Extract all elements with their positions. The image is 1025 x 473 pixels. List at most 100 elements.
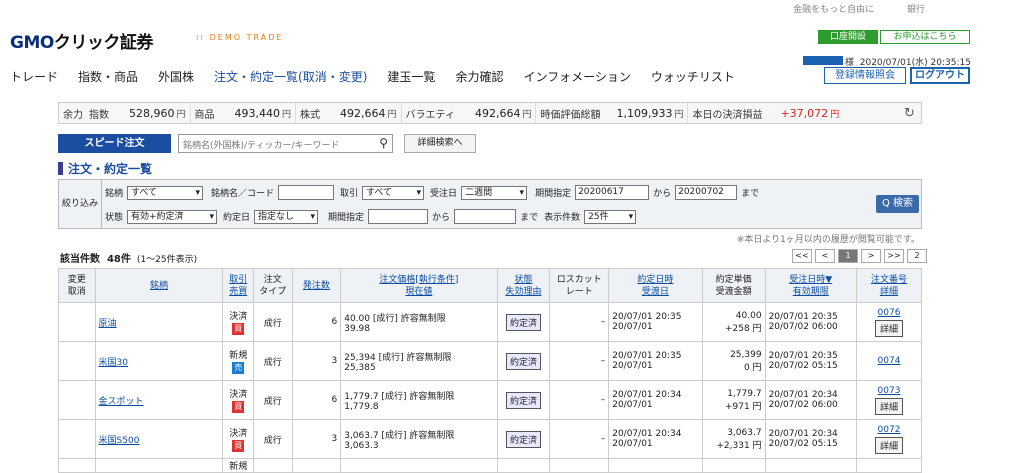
symbol-link[interactable]: 金スポット bbox=[99, 397, 144, 407]
summary-label: 時価評価総額 bbox=[540, 109, 601, 121]
side-badge: 買 bbox=[232, 401, 245, 413]
status-button[interactable]: 約定済 bbox=[505, 352, 541, 370]
pager-page-1[interactable]: 1 bbox=[838, 249, 858, 263]
pager-next[interactable]: > bbox=[861, 249, 881, 263]
pager-page-2[interactable]: 2 bbox=[907, 249, 927, 263]
column-header-label[interactable]: 有効期限 bbox=[793, 287, 829, 297]
display-count-select[interactable]: 25件 bbox=[584, 209, 637, 224]
exec-from-input[interactable] bbox=[368, 209, 429, 224]
column-header[interactable]: 注文価格[執行条件] 現在値 bbox=[340, 268, 498, 303]
logout-button[interactable]: ログアウト bbox=[910, 67, 970, 84]
detail-button[interactable]: 詳細 bbox=[874, 319, 903, 337]
symbol-code-input[interactable] bbox=[278, 185, 335, 200]
nav-orders[interactable]: 注文・約定一覧(取消・変更) bbox=[214, 68, 367, 85]
losscut-rate: – bbox=[549, 341, 610, 381]
status-cell: 約定済 bbox=[496, 419, 551, 459]
column-header[interactable]: 注文番号 詳細 bbox=[855, 268, 923, 303]
column-header-label[interactable]: 受渡日 bbox=[642, 287, 669, 297]
exec-date-select[interactable]: 指定なし bbox=[254, 209, 319, 224]
nav-trade[interactable]: トレード bbox=[10, 68, 58, 85]
advanced-search-button[interactable]: 詳細検索へ bbox=[404, 134, 476, 153]
summary-value: 1,109,933 bbox=[616, 106, 673, 120]
column-header-label[interactable]: 受注日時▼ bbox=[789, 275, 832, 285]
symbol-link[interactable]: 原油 bbox=[99, 319, 117, 329]
status-button[interactable]: 約定済 bbox=[505, 430, 541, 448]
apply-button[interactable]: お申込はこちら bbox=[880, 30, 970, 44]
column-header-label[interactable]: 約定日時 bbox=[637, 275, 673, 285]
period-from-input[interactable]: 20200617 bbox=[575, 185, 650, 200]
order-datetime-cell: 20/07/01 20:35 20/07/02 06:00 bbox=[764, 302, 857, 342]
table-row: 米国S500 決済買成行 3 3,063.7 [成行] 許容無制限 3,063.3 約定済… bbox=[58, 419, 923, 459]
column-header-label[interactable]: 注文番号 bbox=[871, 275, 907, 285]
top-link-2[interactable]: 銀行 bbox=[907, 5, 925, 15]
symbol-link[interactable]: 米国S500 bbox=[99, 436, 140, 446]
column-header-label[interactable]: 現在値 bbox=[405, 287, 432, 297]
open-account-button[interactable]: 口座開設 bbox=[818, 30, 878, 44]
column-header-label[interactable]: 注文価格[執行条件] bbox=[379, 275, 458, 285]
column-header-label[interactable]: 状態 bbox=[514, 275, 532, 285]
order-price: 3,063.7 [成行] 許容無制限 bbox=[344, 430, 455, 441]
status-select[interactable]: 有効+約定済 bbox=[127, 209, 218, 224]
nav-positions[interactable]: 建玉一覧 bbox=[387, 68, 435, 85]
pager-last[interactable]: >> bbox=[884, 249, 904, 263]
trade-select[interactable]: すべて bbox=[362, 185, 425, 200]
status-button[interactable]: 約定済 bbox=[505, 313, 541, 331]
column-header-label[interactable]: 売買 bbox=[229, 287, 247, 297]
nav-index[interactable]: 指数・商品 bbox=[78, 68, 138, 85]
account-info-button[interactable]: 登録情報照会 bbox=[824, 67, 906, 84]
filter-label: から bbox=[653, 189, 672, 199]
column-header[interactable]: 約定日時 受渡日 bbox=[608, 268, 703, 303]
column-header-label[interactable]: 失効理由 bbox=[505, 287, 541, 297]
exec-datetime: 20/07/01 20:34 bbox=[612, 429, 682, 439]
summary-cell: 株式 492,664 円 bbox=[296, 103, 402, 123]
detail-button[interactable]: 詳細 bbox=[874, 436, 903, 454]
nav-margin[interactable]: 余力確認 bbox=[455, 68, 503, 85]
status-button[interactable]: 約定済 bbox=[505, 391, 541, 409]
order-number-link[interactable]: 0073 bbox=[878, 386, 901, 396]
speed-order-button[interactable]: スピード注文 bbox=[58, 134, 171, 153]
column-header[interactable]: 取引 売買 bbox=[222, 268, 254, 303]
period-to-input[interactable]: 20200702 bbox=[675, 185, 738, 200]
column-header-label[interactable]: 詳細 bbox=[880, 287, 898, 297]
column-header[interactable]: 受注日時▼ 有効期限 bbox=[764, 268, 857, 303]
table-cell bbox=[340, 458, 498, 473]
summary-value: 492,664 bbox=[474, 106, 521, 120]
filter-label: 銘柄名／コード bbox=[211, 189, 275, 199]
order-number-link[interactable]: 0072 bbox=[878, 425, 901, 435]
expire-datetime: 20/07/02 06:00 bbox=[768, 400, 838, 410]
trade-type: 決済 bbox=[229, 390, 248, 400]
detail-button[interactable]: 詳細 bbox=[874, 397, 903, 415]
exec-to-input[interactable] bbox=[454, 209, 517, 224]
search-icon[interactable]: ⚲ bbox=[379, 136, 388, 150]
pager-first[interactable]: << bbox=[792, 249, 812, 263]
refresh-icon[interactable]: ↻ bbox=[904, 106, 915, 121]
symbol-search-input[interactable]: 銘柄名(外国株)/ティッカー/キーワード ⚲ bbox=[178, 134, 393, 153]
count-value: 48件 bbox=[106, 254, 131, 265]
column-header-label[interactable]: 取引 bbox=[229, 275, 247, 285]
pager-prev[interactable]: < bbox=[815, 249, 835, 263]
order-qty: 3 bbox=[291, 419, 342, 459]
column-header[interactable]: 状態 失効理由 bbox=[496, 268, 551, 303]
symbol-cell: 金スポット bbox=[94, 380, 224, 420]
column-header[interactable]: 銘柄 bbox=[94, 268, 224, 303]
filter-panel: 絞り込み 銘柄すべて 銘柄名／コード 取引すべて 受注日二週間 期間指定2020… bbox=[58, 179, 922, 229]
order-number-link[interactable]: 0076 bbox=[878, 308, 901, 318]
column-header[interactable]: 発注数 bbox=[291, 268, 342, 303]
nav-information[interactable]: インフォメーション bbox=[523, 68, 630, 85]
order-date-select[interactable]: 二週間 bbox=[461, 185, 528, 200]
order-type: 成行 bbox=[252, 419, 293, 459]
nav-foreign[interactable]: 外国株 bbox=[158, 68, 194, 85]
top-link-1[interactable]: 金融をもっと自由に bbox=[793, 5, 874, 15]
exec-datetime: 20/07/01 20:35 bbox=[612, 312, 682, 322]
search-button[interactable]: Q 検索 bbox=[876, 195, 919, 213]
symbol-link[interactable]: 米国30 bbox=[99, 358, 128, 368]
order-number-link[interactable]: 0074 bbox=[878, 356, 901, 366]
nav-watchlist[interactable]: ウォッチリスト bbox=[651, 68, 735, 85]
summary-value: 492,664 bbox=[340, 106, 386, 120]
column-header-label[interactable]: 発注数 bbox=[303, 281, 330, 291]
logo[interactable]: GMOクリック証券 bbox=[10, 28, 153, 53]
column-header-label[interactable]: 銘柄 bbox=[150, 281, 168, 291]
history-note: ※本日より1ヶ月以内の履歴が閲覧可能です。 bbox=[736, 235, 920, 245]
symbol-select[interactable]: すべて bbox=[127, 185, 204, 200]
exec-price: 40.00 bbox=[735, 310, 762, 321]
